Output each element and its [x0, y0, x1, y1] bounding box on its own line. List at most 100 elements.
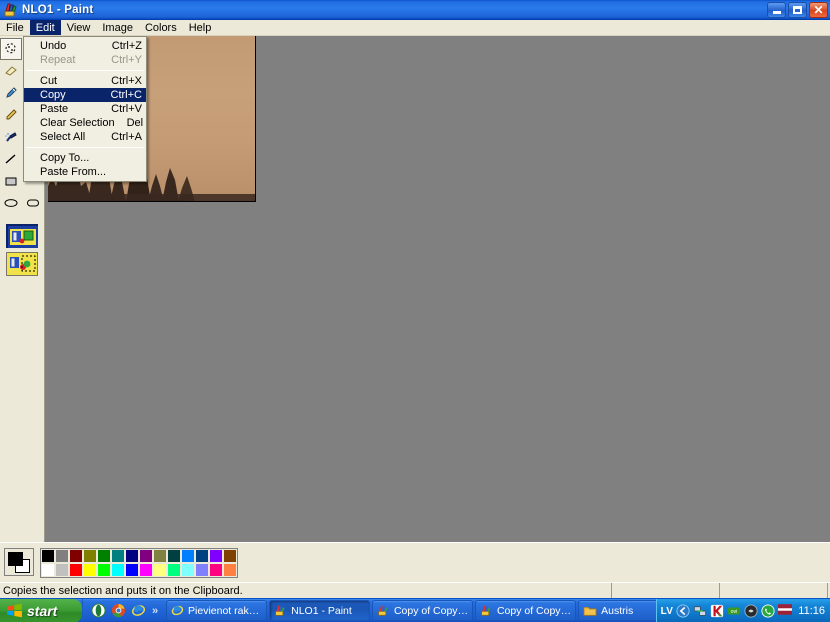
tool-ellipse[interactable] — [0, 192, 22, 214]
tool-rectangle[interactable] — [0, 170, 22, 192]
edit-menu-dropdown: Undo Ctrl+Z Repeat Ctrl+Y Cut Ctrl+X Cop… — [23, 36, 147, 182]
palette-swatch[interactable] — [69, 549, 83, 563]
palette-swatch[interactable] — [83, 549, 97, 563]
tool-options — [6, 224, 38, 276]
palette-swatch[interactable] — [83, 563, 97, 577]
menu-separator — [26, 70, 144, 71]
task-button-pievienot[interactable]: Pievienot raks... — [166, 600, 268, 621]
palette-swatch[interactable] — [209, 563, 223, 577]
tool-color-picker[interactable] — [0, 82, 22, 104]
menu-edit[interactable]: Edit — [29, 20, 61, 35]
palette-swatch[interactable] — [139, 549, 153, 563]
palette-swatch[interactable] — [41, 563, 55, 577]
maximize-button[interactable] — [788, 2, 807, 18]
palette-swatch[interactable] — [55, 549, 69, 563]
color-palette-bar — [0, 542, 830, 582]
skype-icon[interactable] — [761, 604, 775, 618]
windows-logo-icon — [7, 603, 22, 618]
tool-airbrush[interactable] — [0, 126, 22, 148]
menu-help[interactable]: Help — [183, 20, 218, 35]
chrome-icon[interactable] — [111, 603, 126, 618]
window-title: NLO1 - Paint — [22, 3, 94, 16]
internet-explorer-icon[interactable] — [131, 603, 146, 618]
palette-swatch[interactable] — [181, 549, 195, 563]
paint-icon — [3, 2, 19, 18]
menu-view[interactable]: View — [61, 20, 97, 35]
ovi-icon[interactable]: ovi — [727, 604, 741, 618]
menu-item-copy-to[interactable]: Copy To... — [24, 151, 146, 165]
menu-item-cut[interactable]: Cut Ctrl+X — [24, 74, 146, 88]
color-grid — [40, 548, 238, 578]
tool-eraser[interactable] — [0, 60, 22, 82]
palette-swatch[interactable] — [181, 563, 195, 577]
active-colors-swatch[interactable] — [4, 548, 34, 576]
palette-swatch[interactable] — [41, 549, 55, 563]
language-indicator[interactable]: LV — [661, 606, 674, 617]
menu-item-select-all[interactable]: Select All Ctrl+A — [24, 130, 146, 144]
menu-item-clear-selection[interactable]: Clear Selection Del — [24, 116, 146, 130]
menu-file[interactable]: File — [0, 20, 30, 35]
foreground-color-swatch[interactable] — [8, 552, 23, 566]
paint-icon — [378, 605, 388, 616]
status-message: Copies the selection and puts it on the … — [0, 583, 612, 598]
task-label: NLO1 - Paint — [291, 604, 352, 617]
kaspersky-icon[interactable] — [710, 604, 724, 618]
menu-colors[interactable]: Colors — [139, 20, 183, 35]
palette-swatch[interactable] — [153, 563, 167, 577]
selection-transparent-icon[interactable] — [6, 252, 38, 276]
minimize-button[interactable] — [767, 2, 786, 18]
network-icon[interactable] — [693, 604, 707, 618]
palette-swatch[interactable] — [69, 563, 83, 577]
chevron-right-icon[interactable]: » — [152, 605, 158, 617]
task-button-copy-of-copy-2[interactable]: Copy of Copy ... — [475, 600, 577, 621]
latvia-flag-icon[interactable] — [778, 604, 793, 618]
status-pane-position — [612, 583, 720, 598]
taskbar: start » Pievienot raks... NLO1 - Paint C… — [0, 598, 830, 622]
opera-icon[interactable] — [91, 603, 106, 618]
system-tray: LV ovi 11:16 — [655, 599, 830, 622]
title-bar[interactable]: NLO1 - Paint ✕ — [0, 0, 830, 20]
palette-swatch[interactable] — [111, 563, 125, 577]
palette-swatch[interactable] — [223, 549, 237, 563]
palette-swatch[interactable] — [55, 563, 69, 577]
menu-bar: File Edit View Image Colors Help — [0, 20, 830, 36]
shield-icon[interactable] — [744, 604, 758, 618]
tool-free-form-select[interactable] — [0, 38, 22, 60]
back-arrow-icon[interactable] — [676, 604, 690, 618]
menu-item-undo[interactable]: Undo Ctrl+Z — [24, 39, 146, 53]
menu-image[interactable]: Image — [96, 20, 139, 35]
palette-swatch[interactable] — [223, 563, 237, 577]
palette-swatch[interactable] — [167, 549, 181, 563]
paint-icon — [481, 605, 491, 616]
palette-swatch[interactable] — [97, 563, 111, 577]
tool-pencil[interactable] — [0, 104, 22, 126]
menu-item-copy[interactable]: Copy Ctrl+C — [24, 88, 146, 102]
menu-item-paste-from[interactable]: Paste From... — [24, 165, 146, 179]
start-button[interactable]: start — [0, 598, 82, 622]
paint-icon — [275, 605, 285, 616]
palette-swatch[interactable] — [195, 563, 209, 577]
palette-swatch[interactable] — [195, 549, 209, 563]
menu-separator — [26, 147, 144, 148]
work-area: Undo Ctrl+Z Repeat Ctrl+Y Cut Ctrl+X Cop… — [0, 36, 830, 542]
palette-swatch[interactable] — [125, 549, 139, 563]
selection-opaque-icon[interactable] — [6, 224, 38, 248]
palette-swatch[interactable] — [139, 563, 153, 577]
status-bar: Copies the selection and puts it on the … — [0, 582, 830, 598]
palette-swatch[interactable] — [209, 549, 223, 563]
window-controls: ✕ — [767, 2, 828, 18]
palette-swatch[interactable] — [167, 563, 181, 577]
tool-line[interactable] — [0, 148, 22, 170]
palette-swatch[interactable] — [125, 563, 139, 577]
close-button[interactable]: ✕ — [809, 2, 828, 18]
task-label: Copy of Copy ... — [393, 604, 469, 617]
internet-explorer-icon — [171, 605, 184, 616]
palette-swatch[interactable] — [153, 549, 167, 563]
task-button-copy-of-copy-1[interactable]: Copy of Copy ... — [372, 600, 474, 621]
task-button-nlo1-paint[interactable]: NLO1 - Paint — [269, 600, 371, 621]
palette-swatch[interactable] — [111, 549, 125, 563]
clock[interactable]: 11:16 — [798, 605, 825, 617]
tool-rounded-rectangle[interactable] — [22, 192, 44, 214]
palette-swatch[interactable] — [97, 549, 111, 563]
menu-item-paste[interactable]: Paste Ctrl+V — [24, 102, 146, 116]
